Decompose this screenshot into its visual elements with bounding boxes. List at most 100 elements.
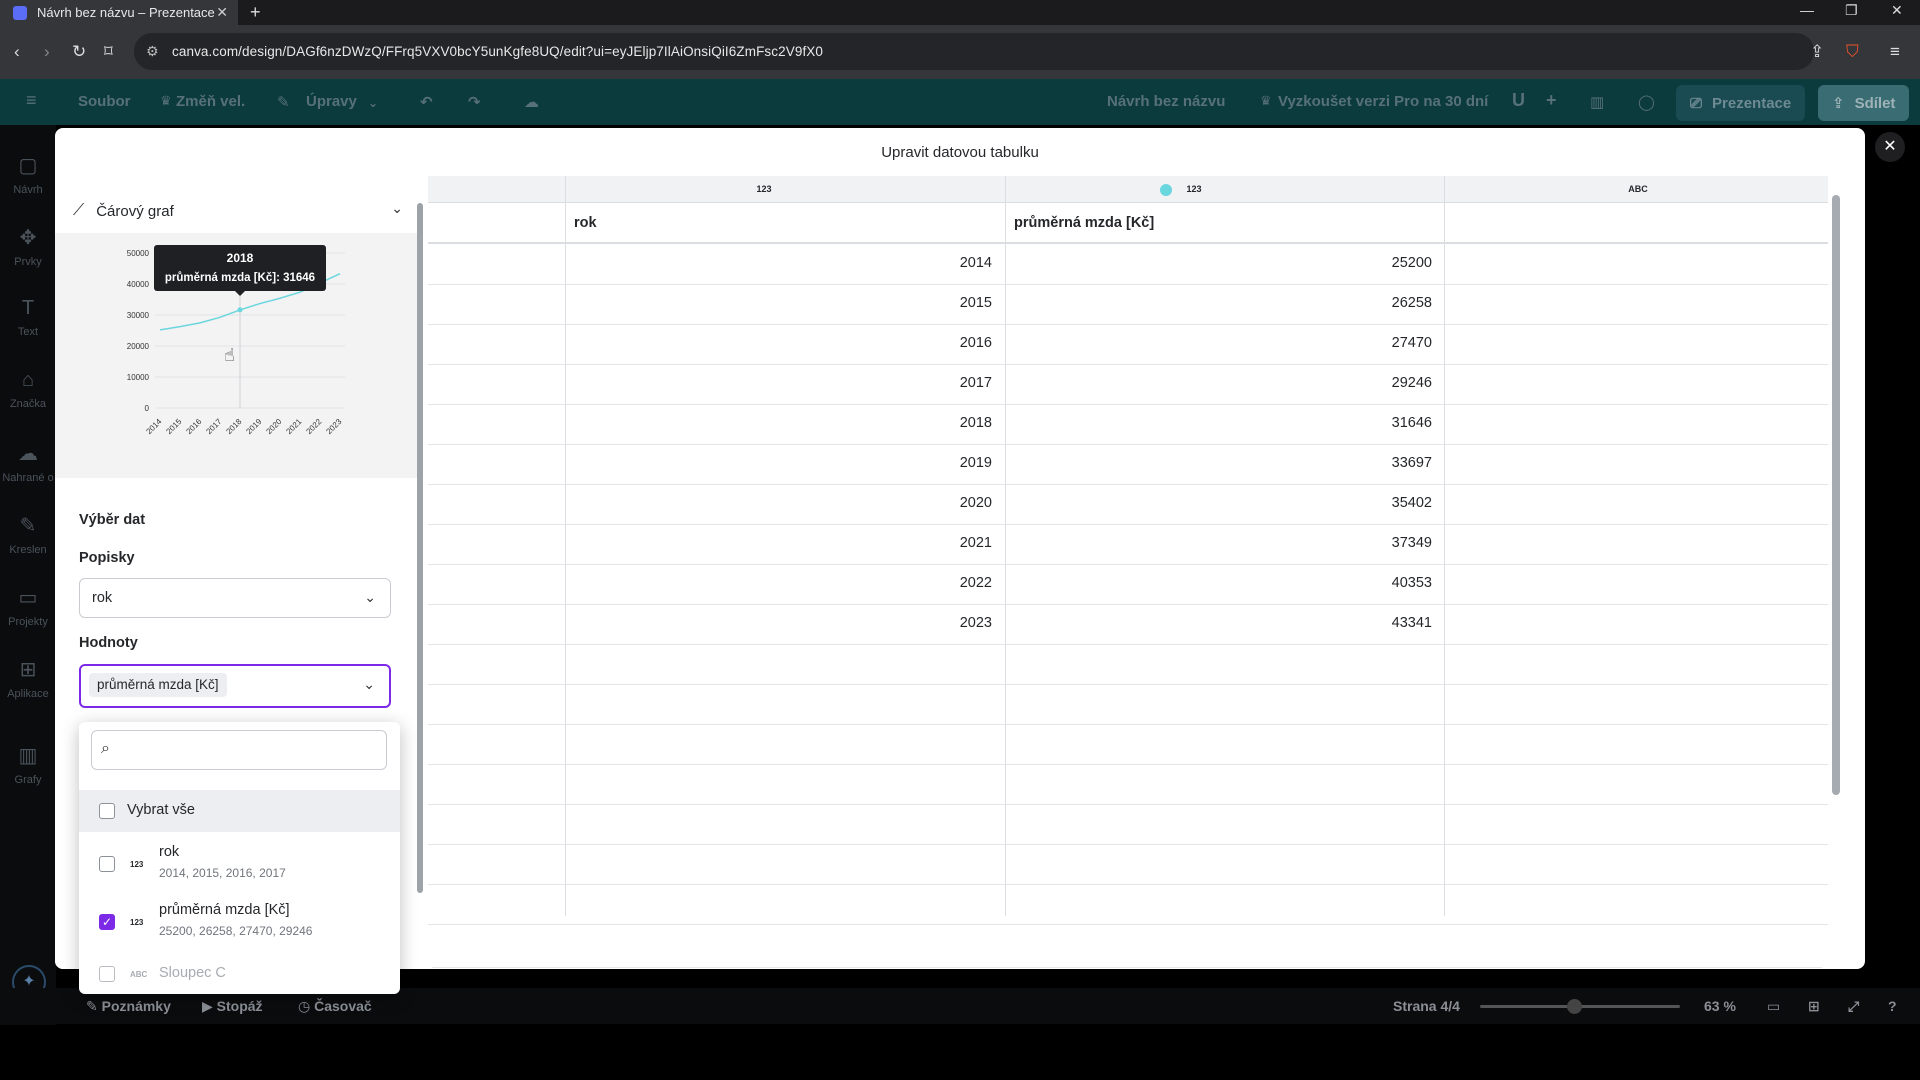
table-cell-year[interactable]: 2021: [574, 535, 992, 551]
bookmark-icon[interactable]: ⌑: [104, 42, 113, 62]
share-button[interactable]: ⇪ Sdílet: [1818, 85, 1910, 121]
table-cell-wage[interactable]: 35402: [1014, 495, 1432, 511]
undo-icon[interactable]: ↶: [420, 93, 433, 111]
dropdown-search-input[interactable]: ⌕: [91, 730, 387, 770]
column-type-b[interactable]: 123: [983, 176, 1379, 203]
table-cell-year[interactable]: 2022: [574, 575, 992, 591]
table-cell-year[interactable]: 2019: [574, 455, 992, 471]
browser-menu-icon[interactable]: ≡: [1890, 42, 1900, 62]
rail-item-elements[interactable]: ✥ Prvky: [0, 225, 56, 268]
option-prumerna-mzda[interactable]: ✓ 123 průměrná mzda [Kč] 25200, 26258, 2…: [79, 894, 400, 950]
address-bar[interactable]: ⚙ canva.com/design/DAGf6nzDWzQ/FFrq5VXV0…: [134, 33, 1814, 70]
option-checkbox-checked[interactable]: ✓: [99, 914, 115, 930]
column-type-c[interactable]: ABC: [1418, 176, 1848, 203]
option-checkbox[interactable]: [99, 966, 115, 982]
chart-type-select[interactable]: ⟋ Čárový graf ⌄: [73, 196, 403, 226]
fullscreen-icon[interactable]: ⤢: [1848, 998, 1859, 1015]
option-rok[interactable]: 123 rok 2014, 2015, 2016, 2017: [79, 836, 400, 892]
rail-item-brand[interactable]: ⌂ Značka: [0, 369, 56, 410]
back-icon[interactable]: ‹: [14, 42, 20, 62]
zoom-level[interactable]: 63 %: [1704, 998, 1736, 1014]
table-cell-wage[interactable]: 31646: [1014, 415, 1432, 431]
table-cell-wage[interactable]: 43341: [1014, 615, 1432, 631]
rail-item-text[interactable]: T Text: [0, 297, 56, 338]
table-cell-wage[interactable]: 27470: [1014, 335, 1432, 351]
data-point: [237, 307, 243, 313]
values-chip[interactable]: průměrná mzda [Kč]: [89, 673, 227, 697]
select-all-checkbox[interactable]: [99, 803, 115, 819]
forward-icon[interactable]: ›: [44, 42, 50, 62]
cloud-save-icon[interactable]: ☁: [524, 93, 539, 111]
table-cell-year[interactable]: 2014: [574, 255, 992, 271]
main-menu-icon[interactable]: ≡: [26, 90, 37, 111]
tooltip-title: 2018: [227, 251, 254, 265]
zoom-slider-handle[interactable]: [1567, 999, 1582, 1014]
table-cell-wage[interactable]: 29246: [1014, 375, 1432, 391]
table-cell-year[interactable]: 2018: [574, 415, 992, 431]
values-select[interactable]: průměrná mzda [Kč] ⌄: [79, 664, 391, 708]
redo-icon[interactable]: ↷: [468, 93, 481, 111]
chart-preview: 0 10000 20000 30000 40000 50000 2014 2015 2016 20…: [55, 233, 420, 478]
add-collaborator-icon[interactable]: +: [1546, 90, 1557, 111]
site-info-icon[interactable]: ⚙: [146, 43, 159, 60]
labels-select[interactable]: rok ⌄: [79, 578, 391, 618]
table-cell-wage[interactable]: 40353: [1014, 575, 1432, 591]
grid-view-icon[interactable]: ⊞: [1808, 998, 1820, 1015]
resize-button[interactable]: Změň vel.: [176, 93, 245, 110]
timer-button[interactable]: ◷ Časovač: [298, 998, 372, 1015]
select-all-option[interactable]: Vybrat vše: [79, 790, 400, 832]
tab-close-icon[interactable]: ✕: [216, 4, 228, 21]
edit-chevron-icon[interactable]: ⌄: [368, 96, 378, 110]
browser-tab[interactable]: Návrh bez názvu – Prezentace ✕: [0, 0, 238, 25]
help-icon[interactable]: ?: [1888, 998, 1897, 1014]
rail-item-design[interactable]: ▢ Návrh: [0, 153, 56, 196]
new-tab-icon[interactable]: +: [250, 2, 261, 23]
table-cell-wage[interactable]: 26258: [1014, 295, 1432, 311]
rail-item-uploads[interactable]: ☁ Nahrané o: [0, 441, 56, 484]
notes-button[interactable]: ✎ Poznámky: [86, 998, 171, 1015]
rail-item-apps[interactable]: ⊞ Aplikace: [0, 657, 56, 700]
pro-trial-button[interactable]: Vyzkoušet verzi Pro na 30 dní: [1278, 93, 1488, 110]
restore-icon[interactable]: ❐: [1845, 2, 1858, 19]
column-type-a[interactable]: 123: [566, 176, 962, 203]
design-name[interactable]: Návrh bez názvu: [1107, 93, 1225, 110]
minimize-icon[interactable]: —: [1800, 2, 1814, 18]
table-cell-year[interactable]: 2023: [574, 615, 992, 631]
rail-item-projects[interactable]: ▭ Projekty: [0, 585, 56, 628]
rail-item-draw[interactable]: ✎ Kreslen: [0, 513, 56, 556]
table-cell-wage[interactable]: 33697: [1014, 455, 1432, 471]
table-vertical-scrollbar[interactable]: [1832, 195, 1840, 795]
table-horizontal-scrollbar[interactable]: [432, 967, 1822, 968]
insights-icon[interactable]: ▥: [1590, 93, 1604, 111]
apps-icon: ⊞: [19, 659, 37, 681]
user-avatar[interactable]: U: [1512, 90, 1525, 111]
table-cell-wage[interactable]: 37349: [1014, 535, 1432, 551]
edit-menu[interactable]: Úpravy: [306, 93, 357, 110]
brave-shield-icon[interactable]: ⛉: [1846, 42, 1859, 62]
header-cell-a[interactable]: rok: [574, 215, 597, 231]
table-cell-wage[interactable]: 25200: [1014, 255, 1432, 271]
table-cell-year[interactable]: 2020: [574, 495, 992, 511]
rail-item-charts[interactable]: ▥ Grafy: [0, 743, 56, 786]
option-sloupec-c[interactable]: ABC Sloupec C: [79, 956, 400, 992]
canva-favicon-icon: [13, 5, 27, 20]
values-dropdown: ⌕ Vybrat vše 123 rok 2014, 2015, 2016, 2…: [79, 722, 400, 994]
page-view-icon[interactable]: ▭: [1767, 998, 1780, 1015]
reload-icon[interactable]: ↻: [72, 42, 86, 62]
table-cell-year[interactable]: 2015: [574, 295, 992, 311]
table-cell-year[interactable]: 2017: [574, 375, 992, 391]
browser-toolbar: ‹ › ↻ ⌑ ⚙ canva.com/design/DAGf6nzDWzQ/F…: [0, 25, 1920, 79]
file-menu[interactable]: Soubor: [78, 93, 131, 110]
option-checkbox[interactable]: [99, 856, 115, 872]
row-divider: [428, 644, 1828, 645]
modal-close-button[interactable]: ✕: [1875, 132, 1905, 162]
share-page-icon[interactable]: ⇪: [1810, 42, 1824, 62]
header-cell-b[interactable]: průměrná mzda [Kč]: [1014, 215, 1154, 231]
present-button[interactable]: ⎚ Prezentace: [1676, 85, 1806, 121]
bar-chart-icon: ▥: [18, 745, 38, 767]
footage-button[interactable]: ▶ Stopáž: [202, 998, 263, 1015]
panel-scrollbar[interactable]: [417, 203, 423, 893]
comment-icon[interactable]: ◯: [1638, 93, 1655, 111]
window-close-icon[interactable]: ✕: [1891, 2, 1903, 19]
table-cell-year[interactable]: 2016: [574, 335, 992, 351]
